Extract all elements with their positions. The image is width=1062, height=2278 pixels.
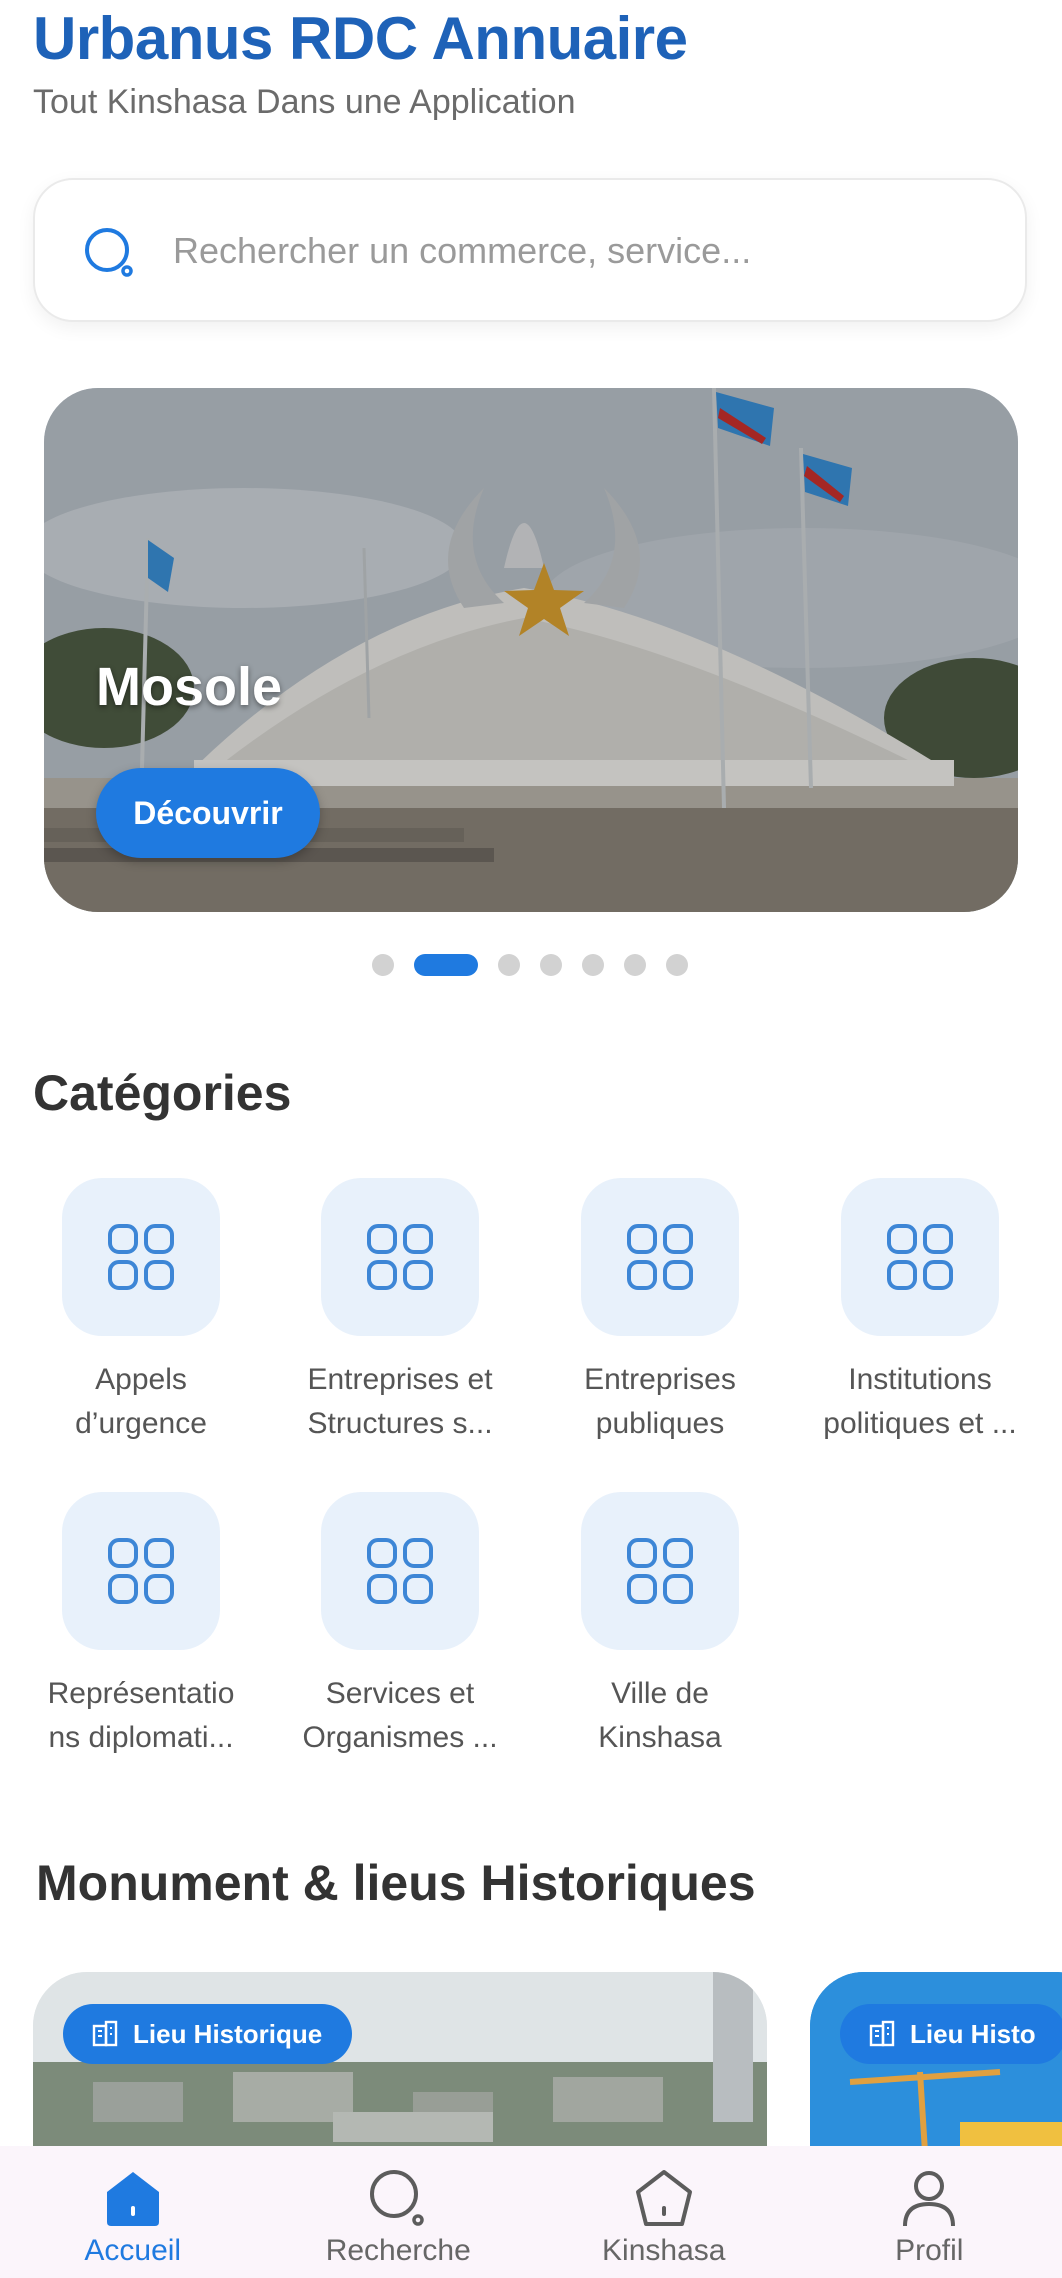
historic-badge: Lieu Histo (840, 2004, 1062, 2064)
pentagon-icon (635, 2170, 692, 2226)
search-input[interactable] (171, 210, 995, 292)
user-icon (903, 2171, 956, 2227)
nav-label: Profil (895, 2234, 964, 2267)
carousel-dot[interactable] (498, 954, 520, 976)
category-label: Représentatio ns diplomati... (47, 1677, 235, 1754)
featured-carousel[interactable]: Mosole Découvrir (44, 388, 1018, 912)
category-item[interactable]: Services et Organismes ... (280, 1492, 520, 1760)
nav-label: Accueil (84, 2234, 182, 2267)
monuments-title: Monument & lieus Historiques (36, 1855, 756, 1911)
category-tile[interactable] (581, 1178, 739, 1336)
grid-icon (367, 1224, 433, 1290)
carousel-dot[interactable] (666, 954, 688, 976)
nav-item-accueil[interactable]: Accueil (0, 2146, 266, 2278)
slide-title: Mosole (96, 657, 283, 717)
grid-icon (627, 1538, 693, 1604)
grid-icon (627, 1224, 693, 1290)
home-icon (106, 2172, 159, 2226)
category-label: Entreprises publiques (584, 1363, 736, 1440)
carousel-dot-active[interactable] (414, 954, 478, 976)
category-label: Appels d’urgence (75, 1363, 207, 1440)
carousel-dot[interactable] (624, 954, 646, 976)
grid-icon (108, 1224, 174, 1290)
category-label: Institutions politiques et ... (823, 1363, 1017, 1440)
carousel-dot[interactable] (540, 954, 562, 976)
discover-button[interactable]: Découvrir (96, 768, 320, 858)
category-label: Services et Organismes ... (302, 1677, 498, 1754)
category-item[interactable]: Ville de Kinshasa (540, 1492, 780, 1760)
category-label: Entreprises et Structures s... (307, 1363, 493, 1440)
building-icon (92, 2020, 118, 2047)
category-tile[interactable] (62, 1178, 220, 1336)
badge-label: Lieu Histo (910, 2018, 1036, 2049)
category-item[interactable]: Institutions politiques et ... (800, 1178, 1040, 1446)
search-bar[interactable] (33, 178, 1027, 322)
category-tile[interactable] (321, 1178, 479, 1336)
nav-label: Kinshasa (602, 2234, 726, 2267)
category-label: Ville de Kinshasa (598, 1677, 722, 1754)
grid-icon (108, 1538, 174, 1604)
category-item[interactable]: Appels d’urgence (21, 1178, 261, 1446)
home-screen: Urbanus RDC Annuaire Tout Kinshasa Dans … (0, 0, 1062, 2278)
search-icon (370, 2170, 424, 2226)
grid-icon (367, 1538, 433, 1604)
badge-label: Lieu Historique (133, 2018, 323, 2049)
category-item[interactable]: Représentatio ns diplomati... (21, 1492, 261, 1760)
categories-title: Catégories (33, 1065, 292, 1121)
nav-item-profil[interactable]: Profil (797, 2146, 1062, 2278)
category-item[interactable]: Entreprises publiques (540, 1178, 780, 1446)
carousel-dot[interactable] (372, 954, 394, 976)
category-tile[interactable] (321, 1492, 479, 1650)
category-tile[interactable] (581, 1492, 739, 1650)
carousel-dot[interactable] (582, 954, 604, 976)
category-item[interactable]: Entreprises et Structures s... (280, 1178, 520, 1446)
historic-badge: Lieu Historique (63, 2004, 353, 2064)
nav-item-kinshasa[interactable]: Kinshasa (531, 2146, 797, 2278)
category-tile[interactable] (841, 1178, 999, 1336)
app-title: Urbanus RDC Annuaire (33, 5, 688, 72)
nav-label: Recherche (325, 2234, 471, 2267)
nav-item-recherche[interactable]: Recherche (266, 2146, 532, 2278)
app-subtitle: Tout Kinshasa Dans une Application (33, 83, 576, 121)
grid-icon (887, 1224, 953, 1290)
bottom-navigation: Accueil Recherche Kinshasa Profil (0, 2146, 1062, 2278)
search-icon (85, 228, 133, 277)
building-icon (869, 2020, 895, 2047)
category-tile[interactable] (62, 1492, 220, 1650)
carousel-indicator (372, 953, 688, 977)
